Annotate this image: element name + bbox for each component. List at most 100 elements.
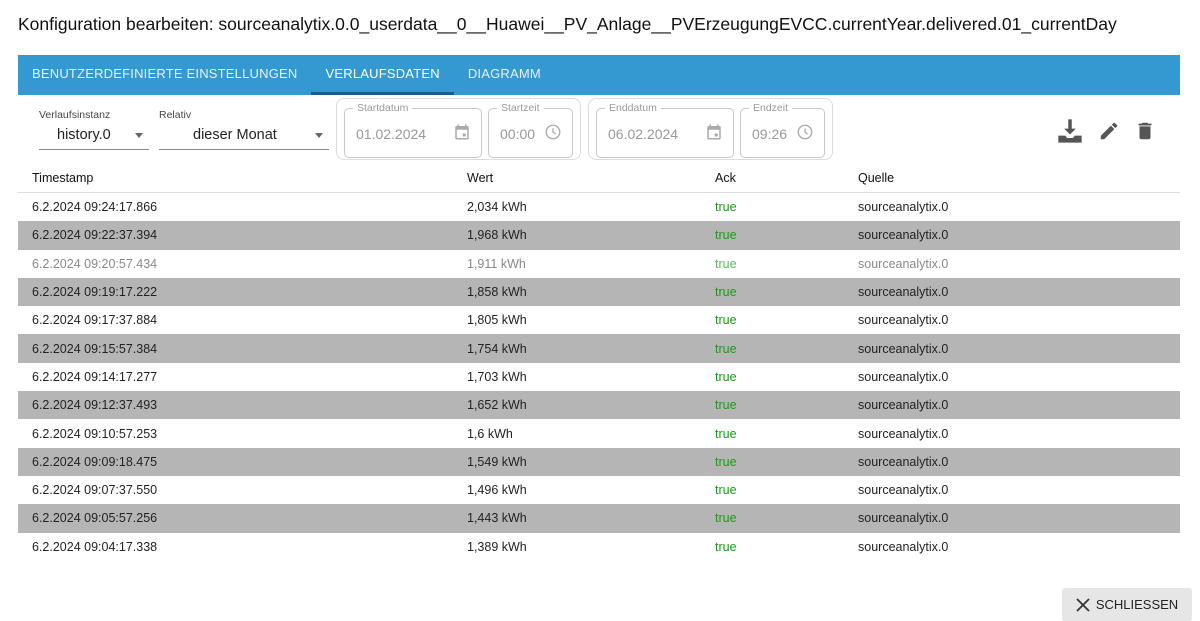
cell-ack: true <box>715 285 737 300</box>
toolbar-actions <box>1056 117 1156 145</box>
header-timestamp[interactable]: Timestamp <box>18 171 453 185</box>
table-row[interactable]: 6.2.2024 09:15:57.384 1,754 kWh true source… <box>18 334 1180 363</box>
table-row[interactable]: 6.2.2024 09:19:17.222 1,858 kWh true source… <box>18 277 1180 307</box>
calendar-icon[interactable] <box>705 123 723 141</box>
cell-timestamp: 6.2.2024 09:09:18.475 <box>32 454 158 469</box>
tab-chart[interactable]: DIAGRAMM <box>454 55 555 95</box>
close-label: SCHLIESSEN <box>1095 597 1179 612</box>
cell-value: 1,652 kWh <box>467 398 527 413</box>
table-row[interactable]: 6.2.2024 09:05:57.256 1,443 kWh true source… <box>18 504 1180 533</box>
chevron-down-icon <box>315 133 323 138</box>
start-time-label: Startzeit <box>497 102 544 114</box>
cell-timestamp: 6.2.2024 09:15:57.384 <box>32 341 158 356</box>
edit-icon[interactable] <box>1098 120 1120 142</box>
start-time-value: 00:00 <box>500 126 536 142</box>
cell-ack: true <box>715 454 737 469</box>
cell-source: sourceanalytix.0 <box>858 483 949 498</box>
download-icon[interactable] <box>1056 117 1084 145</box>
cell-source: sourceanalytix.0 <box>858 398 949 413</box>
relative-label: Relativ <box>159 109 192 121</box>
cell-ack: true <box>715 398 737 413</box>
cell-ack: true <box>715 341 737 356</box>
cell-source: sourceanalytix.0 <box>858 426 949 441</box>
cell-value: 1,911 kWh <box>467 256 526 271</box>
table-row[interactable]: 6.2.2024 09:22:37.394 1,968 kWh true source… <box>18 221 1180 250</box>
cell-ack: true <box>715 200 737 215</box>
cell-timestamp: 6.2.2024 09:14:17.277 <box>32 369 158 384</box>
end-time-field[interactable]: Endzeit 09:26 <box>740 102 825 158</box>
tab-bar: BENUTZERDEFINIERTE EINSTELLUNGEN VERLAUF… <box>18 55 1180 95</box>
chevron-down-icon <box>135 133 143 138</box>
cell-source: sourceanalytix.0 <box>858 200 949 215</box>
cell-value: 1,858 kWh <box>467 285 527 300</box>
cell-source: sourceanalytix.0 <box>858 256 949 271</box>
dialog-title: Konfiguration bearbeiten: sourceanalytix… <box>18 14 1117 34</box>
instance-value: history.0 <box>57 127 111 143</box>
header-source[interactable]: Quelle <box>844 171 894 185</box>
cell-value: 1,549 kWh <box>467 454 527 469</box>
end-date-value: 06.02.2024 <box>608 126 679 142</box>
cell-value: 1,6 kWh <box>467 426 513 441</box>
table-row[interactable]: 6.2.2024 09:24:17.866 2,034 kWh true source… <box>18 193 1180 221</box>
header-value[interactable]: Wert <box>453 171 703 185</box>
cell-value: 1,703 kWh <box>467 369 527 384</box>
table-row[interactable]: 6.2.2024 09:04:17.338 1,389 kWh true source… <box>18 533 1180 561</box>
cell-value: 2,034 kWh <box>467 200 527 215</box>
start-date-field[interactable]: Startdatum 01.02.2024 <box>344 102 482 158</box>
table-row[interactable]: 6.2.2024 09:14:17.277 1,703 kWh true source… <box>18 363 1180 391</box>
cell-timestamp: 6.2.2024 09:07:37.550 <box>32 483 158 498</box>
end-time-value: 09:26 <box>752 126 788 142</box>
cell-source: sourceanalytix.0 <box>858 454 949 469</box>
tab-custom-settings[interactable]: BENUTZERDEFINIERTE EINSTELLUNGEN <box>18 55 311 95</box>
start-time-field[interactable]: Startzeit 00:00 <box>488 102 573 158</box>
cell-ack: true <box>715 483 737 498</box>
table-row[interactable]: 6.2.2024 09:07:37.550 1,496 kWh true source… <box>18 476 1180 504</box>
table-row[interactable]: 6.2.2024 09:09:18.475 1,549 kWh true source… <box>18 447 1180 476</box>
relative-select[interactable]: dieser Monat <box>159 122 329 150</box>
cell-source: sourceanalytix.0 <box>858 228 949 243</box>
cell-value: 1,754 kWh <box>467 341 527 356</box>
cell-ack: true <box>715 539 737 554</box>
cell-value: 1,496 kWh <box>467 483 527 498</box>
table-row[interactable]: 6.2.2024 09:12:37.493 1,652 kWh true source… <box>18 391 1180 420</box>
cell-timestamp: 6.2.2024 09:24:17.866 <box>32 200 158 215</box>
header-ack[interactable]: Ack <box>703 171 844 185</box>
cell-timestamp: 6.2.2024 09:05:57.256 <box>32 511 158 526</box>
cell-source: sourceanalytix.0 <box>858 369 949 384</box>
cell-value: 1,968 kWh <box>467 228 527 243</box>
cell-source: sourceanalytix.0 <box>858 341 949 356</box>
cell-ack: true <box>715 313 737 328</box>
cell-timestamp: 6.2.2024 09:22:37.394 <box>32 228 158 243</box>
table-row[interactable]: 6.2.2024 09:17:37.884 1,805 kWh true source… <box>18 306 1180 334</box>
cell-timestamp: 6.2.2024 09:12:37.493 <box>32 398 158 413</box>
calendar-icon[interactable] <box>453 123 471 141</box>
end-date-field[interactable]: Enddatum 06.02.2024 <box>596 102 734 158</box>
cell-timestamp: 6.2.2024 09:20:57.434 <box>32 256 158 271</box>
instance-select[interactable]: history.0 <box>39 122 149 150</box>
cell-value: 1,443 kWh <box>467 511 527 526</box>
table-row[interactable]: 6.2.2024 09:10:57.253 1,6 kWh true sourcean… <box>18 419 1180 447</box>
end-date-label: Enddatum <box>605 102 661 114</box>
clock-icon[interactable] <box>796 123 814 141</box>
table-header: Timestamp Wert Ack Quelle <box>18 163 1180 193</box>
cell-value: 1,805 kWh <box>467 313 527 328</box>
cell-timestamp: 6.2.2024 09:10:57.253 <box>32 426 158 441</box>
table-row[interactable]: 6.2.2024 09:20:57.434 1,911 kWh true source… <box>18 250 1180 278</box>
cell-timestamp: 6.2.2024 09:17:37.884 <box>32 313 158 328</box>
close-button[interactable]: SCHLIESSEN <box>1062 588 1192 621</box>
cell-timestamp: 6.2.2024 09:04:17.338 <box>32 539 158 554</box>
cell-ack: true <box>715 369 737 384</box>
cell-ack: true <box>715 256 737 271</box>
start-date-label: Startdatum <box>353 102 413 114</box>
clock-icon[interactable] <box>544 123 562 141</box>
history-table: Timestamp Wert Ack Quelle 6.2.2024 09:24… <box>18 163 1180 561</box>
end-time-label: Endzeit <box>749 102 793 114</box>
cell-ack: true <box>715 511 737 526</box>
relative-value: dieser Monat <box>193 127 277 143</box>
cell-timestamp: 6.2.2024 09:19:17.222 <box>32 285 158 300</box>
cell-ack: true <box>715 228 737 243</box>
delete-icon[interactable] <box>1134 120 1156 142</box>
instance-label: Verlaufsinstanz <box>39 109 111 121</box>
tab-history-data[interactable]: VERLAUFSDATEN <box>311 55 454 95</box>
close-icon <box>1076 597 1090 612</box>
